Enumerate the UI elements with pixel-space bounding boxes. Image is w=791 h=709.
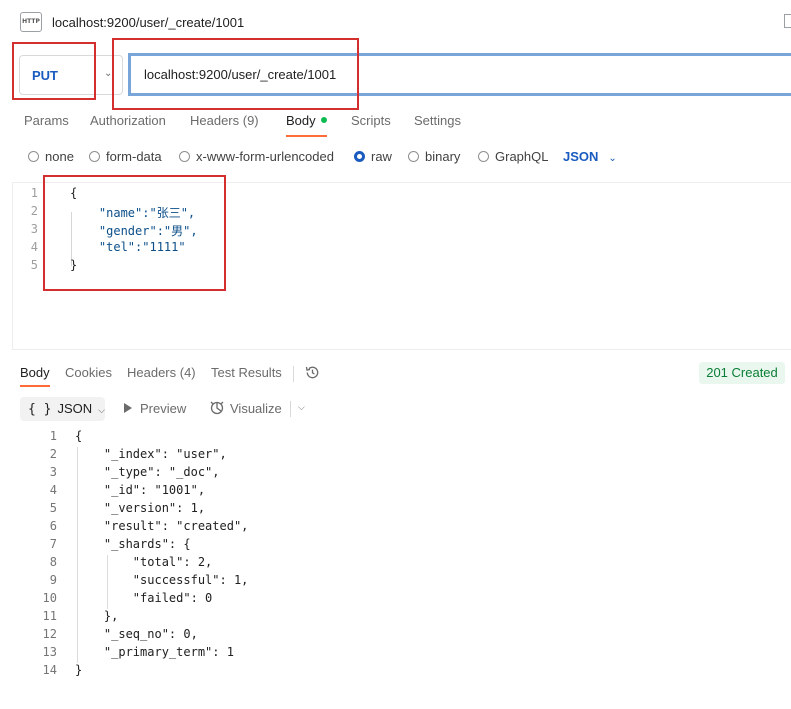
tab-scripts[interactable]: Scripts (351, 113, 391, 128)
response-format-select[interactable]: { } JSON ⌵ (20, 397, 105, 421)
preview-button[interactable]: Preview (124, 401, 186, 416)
tab-authorization[interactable]: Authorization (90, 113, 166, 128)
divider (290, 401, 291, 417)
radio-icon (89, 151, 100, 162)
tab-test-results[interactable]: Test Results (211, 365, 282, 380)
active-tab-indicator (20, 385, 50, 387)
tab-response-headers[interactable]: Headers (4) (127, 365, 196, 380)
play-icon (124, 403, 132, 413)
option-x-www-form-urlencoded[interactable]: x-www-form-urlencoded (179, 149, 334, 164)
tab-params[interactable]: Params (24, 113, 69, 128)
visualize-button[interactable]: Visualize (209, 400, 282, 416)
radio-icon (478, 151, 489, 162)
tab-settings[interactable]: Settings (414, 113, 461, 128)
option-form-data[interactable]: form-data (89, 149, 162, 164)
http-request-icon: HTTP (20, 12, 42, 32)
method-select[interactable]: PUT ⌄ (19, 55, 123, 95)
visualize-icon (210, 401, 224, 415)
option-graphql[interactable]: GraphQL (478, 149, 548, 164)
tab-response-body[interactable]: Body (20, 365, 50, 387)
option-binary[interactable]: binary (408, 149, 460, 164)
tab-body[interactable]: Body (286, 113, 327, 137)
radio-checked-icon (354, 151, 365, 162)
active-tab-indicator (286, 135, 327, 137)
method-label: PUT (32, 68, 58, 83)
request-title[interactable]: localhost:9200/user/_create/1001 (52, 15, 244, 30)
request-title-bar: HTTP localhost:9200/user/_create/1001 (0, 0, 791, 44)
body-language-select[interactable]: JSON ⌄ (563, 149, 617, 164)
chevron-down-icon: ⌄ (104, 68, 113, 79)
radio-icon (179, 151, 190, 162)
panel-toggle-icon[interactable] (784, 14, 791, 28)
history-icon[interactable] (304, 364, 321, 381)
radio-icon (28, 151, 39, 162)
divider (293, 366, 294, 382)
body-active-dot-icon (320, 117, 327, 123)
url-text: localhost:9200/user/_create/1001 (144, 67, 337, 82)
chevron-down-icon: ⌄ (608, 153, 617, 164)
option-raw[interactable]: raw (354, 149, 392, 164)
tab-headers[interactable]: Headers (9) (190, 113, 259, 128)
option-none[interactable]: none (28, 149, 74, 164)
status-badge[interactable]: 201 Created (699, 362, 785, 384)
chevron-down-icon: ⌵ (98, 405, 105, 415)
radio-icon (408, 151, 419, 162)
chevron-down-icon[interactable]: ⌵ (298, 402, 305, 413)
tab-cookies[interactable]: Cookies (65, 365, 112, 380)
braces-icon: { } (28, 402, 52, 417)
url-input[interactable]: localhost:9200/user/_create/1001 (128, 53, 791, 96)
